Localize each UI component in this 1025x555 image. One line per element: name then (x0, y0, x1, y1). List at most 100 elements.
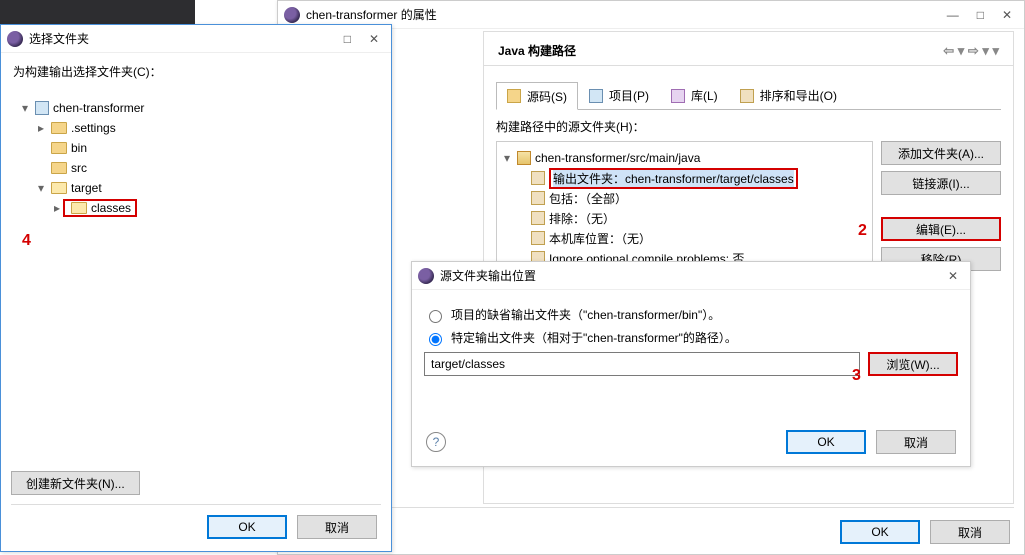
tab-order-label: 排序和导出(O) (760, 87, 837, 104)
output-dialog-title: 源文件夹输出位置 (440, 267, 948, 284)
output-folder-text: 输出文件夹：chen-transformer/target/classes (553, 170, 794, 187)
properties-title: chen-transformer 的属性 (306, 6, 947, 23)
properties-cancel-button[interactable]: 取消 (930, 520, 1010, 544)
order-icon (740, 89, 754, 103)
libraries-icon (671, 89, 685, 103)
window-buttons: ✕ (948, 269, 964, 283)
eclipse-icon (418, 268, 434, 284)
nav-icons[interactable]: ⇦ ▾ ⇨ ▾ ▾ (943, 43, 999, 59)
maximize-icon[interactable]: □ (344, 32, 351, 46)
select-folder-cancel-button[interactable]: 取消 (297, 515, 377, 539)
folder-open-icon (71, 202, 87, 214)
help-icon[interactable]: ? (426, 432, 446, 452)
include-row[interactable]: 包括：（全部） (531, 188, 868, 208)
select-folder-title: 选择文件夹 (29, 30, 344, 47)
annotation-4: 4 (22, 232, 31, 250)
output-path-input[interactable] (424, 352, 860, 376)
tree-root-label: chen-transformer (53, 101, 144, 115)
include-icon (531, 191, 545, 205)
eclipse-icon (7, 31, 23, 47)
output-dialog-titlebar[interactable]: 源文件夹输出位置 ✕ (412, 262, 970, 290)
folder-open-icon (51, 182, 67, 194)
output-cancel-button[interactable]: 取消 (876, 430, 956, 454)
tree-item[interactable]: .settings (35, 118, 379, 138)
folder-icon (51, 142, 67, 154)
select-folder-footer: OK 取消 (207, 515, 377, 539)
projects-icon (589, 89, 603, 103)
close-icon[interactable]: ✕ (948, 269, 958, 283)
help-wrap: ? (426, 432, 446, 452)
output-ok-button[interactable]: OK (786, 430, 866, 454)
radio-specific-input[interactable] (429, 333, 442, 346)
exclude-icon (531, 211, 545, 225)
tab-libraries[interactable]: 库(L) (660, 82, 729, 109)
maximize-icon[interactable]: □ (977, 8, 984, 22)
build-path-header: Java 构建路径 ⇦ ▾ ⇨ ▾ ▾ (484, 32, 1013, 66)
source-icon (507, 89, 521, 103)
tab-source-label: 源码(S) (527, 88, 567, 105)
select-folder-window: 选择文件夹 □ ✕ 为构建输出选择文件夹(C)： chen-transforme… (0, 24, 392, 552)
expand-icon[interactable] (501, 151, 513, 165)
output-dialog: 源文件夹输出位置 ✕ 项目的缺省输出文件夹（"chen-transformer/… (411, 261, 971, 467)
window-buttons: — □ ✕ (947, 8, 1018, 22)
new-folder-button[interactable]: 创建新文件夹(N)... (11, 471, 140, 495)
tree-classes-label: classes (91, 201, 131, 215)
tab-order[interactable]: 排序和导出(O) (729, 82, 848, 109)
folder-icon (51, 122, 67, 134)
tab-projects[interactable]: 项目(P) (578, 82, 660, 109)
folder-icon (51, 162, 67, 174)
expand-icon[interactable] (51, 201, 63, 215)
close-icon[interactable]: ✕ (369, 32, 379, 46)
tree-classes[interactable]: classes (51, 198, 379, 218)
radio-default-input[interactable] (429, 310, 442, 323)
radio-specific[interactable]: 特定输出文件夹（相对于"chen-transformer"的路径）。 (424, 329, 958, 346)
select-folder-prompt: 为构建输出选择文件夹(C)： (13, 63, 379, 80)
tree-item[interactable]: src (35, 158, 379, 178)
browse-button[interactable]: 浏览(W)... (868, 352, 958, 376)
editor-dark-background (0, 0, 195, 24)
build-path-tabs: 源码(S) 项目(P) 库(L) 排序和导出(O) (496, 82, 1001, 110)
tree-item[interactable]: bin (35, 138, 379, 158)
output-dialog-body: 项目的缺省输出文件夹（"chen-transformer/bin"）。 特定输出… (412, 290, 970, 386)
expand-icon[interactable] (19, 101, 31, 115)
expand-icon[interactable] (35, 121, 47, 135)
annotation-2: 2 (858, 222, 867, 240)
tab-libraries-label: 库(L) (691, 87, 718, 104)
expand-icon[interactable] (35, 181, 47, 195)
tab-source[interactable]: 源码(S) (496, 82, 578, 110)
annotation-3: 3 (852, 367, 861, 385)
link-source-button[interactable]: 链接源(I)... (881, 171, 1001, 195)
project-icon (35, 101, 49, 115)
radio-default-label: 项目的缺省输出文件夹（"chen-transformer/bin"）。 (451, 306, 720, 323)
package-icon (517, 151, 531, 165)
select-folder-titlebar[interactable]: 选择文件夹 □ ✕ (1, 25, 391, 53)
native-row[interactable]: 本机库位置：（无） (531, 228, 868, 248)
output-dialog-footer: OK 取消 (786, 430, 956, 454)
tree-root[interactable]: chen-transformer (19, 98, 379, 118)
output-folder-row[interactable]: 输出文件夹：chen-transformer/target/classes (531, 168, 868, 188)
close-icon[interactable]: ✕ (1002, 8, 1012, 22)
properties-footer: OK 取消 (840, 520, 1010, 544)
classes-highlight: classes (63, 199, 137, 217)
output-path-row: 浏览(W)... (424, 352, 958, 376)
select-folder-ok-button[interactable]: OK (207, 515, 287, 539)
tree-target[interactable]: target (35, 178, 379, 198)
eclipse-icon (284, 7, 300, 23)
src-node-main-label: chen-transformer/src/main/java (535, 151, 700, 165)
add-folder-button[interactable]: 添加文件夹(A)... (881, 141, 1001, 165)
minimize-icon[interactable]: — (947, 8, 959, 22)
src-node-main[interactable]: chen-transformer/src/main/java (501, 148, 868, 168)
src-label: 构建路径中的源文件夹(H)： (496, 118, 1001, 135)
native-icon (531, 231, 545, 245)
new-folder-wrap: 创建新文件夹(N)... (11, 471, 140, 495)
output-icon (531, 171, 545, 185)
radio-default[interactable]: 项目的缺省输出文件夹（"chen-transformer/bin"）。 (424, 306, 958, 323)
exclude-row[interactable]: 排除：（无） (531, 208, 868, 228)
radio-specific-label: 特定输出文件夹（相对于"chen-transformer"的路径）。 (451, 329, 737, 346)
output-folder-highlight: 输出文件夹：chen-transformer/target/classes (549, 168, 798, 189)
window-buttons: □ ✕ (344, 32, 385, 46)
folder-tree[interactable]: chen-transformer .settings bin src targe… (19, 94, 379, 222)
edit-button[interactable]: 编辑(E)... (881, 217, 1001, 241)
properties-ok-button[interactable]: OK (840, 520, 920, 544)
select-folder-body: 为构建输出选择文件夹(C)： chen-transformer .setting… (1, 53, 391, 232)
